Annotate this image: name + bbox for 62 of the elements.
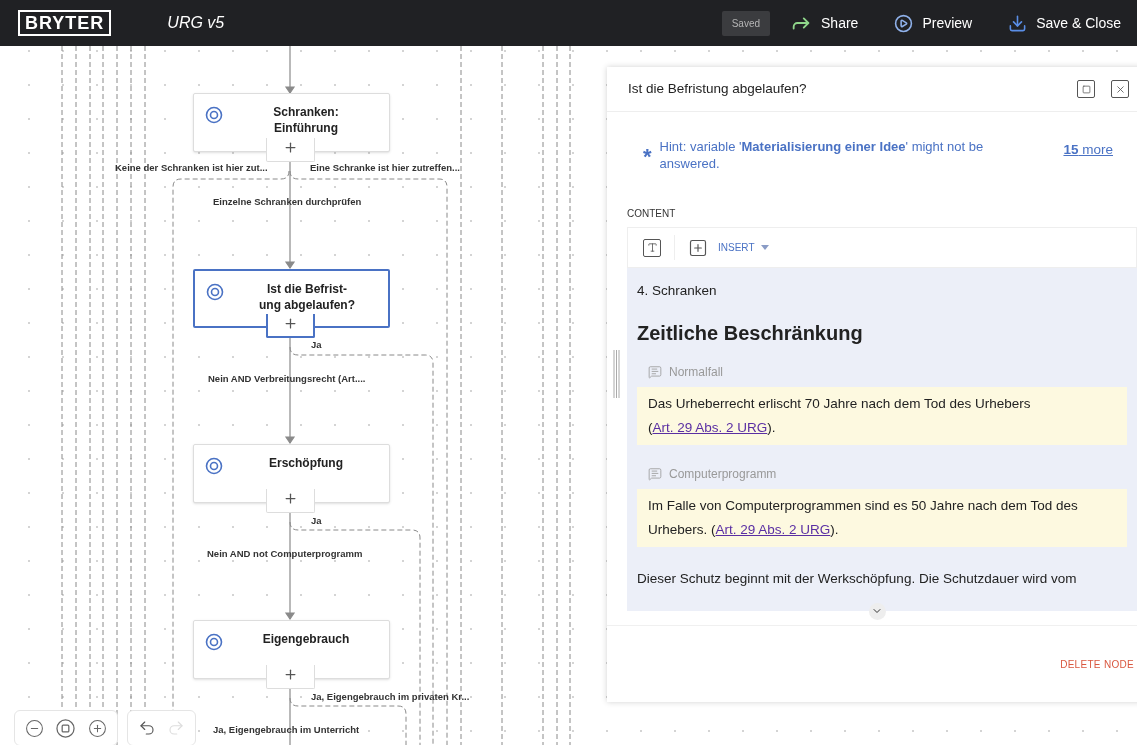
close-icon xyxy=(1114,83,1126,95)
edge-label: Ja xyxy=(311,339,322,351)
condition-label: Computerprogramm xyxy=(669,466,777,483)
edge-label: Einzelne Schranken durchprüfen xyxy=(213,196,362,208)
download-icon xyxy=(1008,13,1028,33)
share-button[interactable]: Share xyxy=(790,12,859,34)
edge-label: Ja, Eigengebrauch im privaten Kr... xyxy=(311,691,470,703)
maximize-button[interactable] xyxy=(1077,80,1095,98)
saved-status: Saved xyxy=(721,10,770,36)
plus-icon xyxy=(283,491,298,506)
edge-label: Nein AND Verbreitungsrecht (Art.... xyxy=(208,373,366,385)
node-title: Eigengebrauch xyxy=(261,631,351,647)
logo[interactable]: BRYTER xyxy=(18,10,112,36)
note-icon xyxy=(648,365,662,379)
condition-label: Normalfall xyxy=(669,364,723,381)
project-title: URG v5 xyxy=(167,13,225,33)
conditional-text: Das Urheberrecht erlischt 70 Jahre nach dem Tod des Urhebers (Art. 29 Abs. 2 URG). xyxy=(637,387,1127,445)
node-title: Ist die Befrist- ung abgelaufen? xyxy=(258,281,356,313)
play-circle-icon xyxy=(894,13,914,33)
edge-label: Ja xyxy=(311,515,322,527)
plus-icon xyxy=(283,667,298,682)
caret-icon xyxy=(760,245,769,250)
flow-node[interactable]: Schranken: Einführung xyxy=(193,93,390,152)
note-icon xyxy=(648,467,662,481)
flow-node[interactable]: Erschöpfung xyxy=(193,444,390,503)
add-node-button[interactable] xyxy=(266,314,315,338)
target-icon xyxy=(205,457,223,475)
zoom-out-icon[interactable] xyxy=(25,718,45,738)
node-title: Schranken: Einführung xyxy=(272,104,340,136)
hint-mark: * xyxy=(643,147,652,167)
target-icon xyxy=(206,283,224,301)
zoom-in-icon[interactable] xyxy=(87,718,107,738)
content-heading: Zeitliche Beschränkung xyxy=(637,321,864,345)
resize-handle-icon xyxy=(613,350,620,398)
delete-node-button[interactable]: DELETE NODE xyxy=(1060,656,1134,672)
flow-node[interactable]: Eigengebrauch xyxy=(193,620,390,679)
edge-label: Keine der Schranken ist hier zut... xyxy=(115,162,268,174)
body-text: Dieser Schutz beginnt mit der Werkschöpfung. Die Schutzdauer wird vom xyxy=(637,570,1078,588)
flow-node[interactable]: Ist die Befrist- ung abgelaufen? xyxy=(193,269,390,328)
save-button[interactable]: Save & Close xyxy=(1008,12,1121,34)
panel-title: Ist die Befristung abgelaufen? xyxy=(628,79,807,98)
insert-dropdown[interactable]: INSERT xyxy=(718,240,769,255)
plus-icon xyxy=(283,140,298,155)
edge-label: Ja, Eigengebrauch im Unterricht xyxy=(213,724,360,736)
conditional-text: Im Falle von Computerprogrammen sind es 50 Jahre nach dem Tod des Urhebers. (Art. 29 Abs. 2 URG). xyxy=(637,489,1127,547)
plus-icon xyxy=(283,316,298,331)
edge-label: Nein AND not Computerprogramm xyxy=(207,548,363,560)
close-button[interactable] xyxy=(1111,80,1129,98)
fit-view-icon[interactable] xyxy=(56,718,76,738)
square-icon xyxy=(1081,84,1091,94)
preview-button[interactable]: Preview xyxy=(894,12,973,34)
target-icon xyxy=(205,633,223,651)
hint-text: Hint: variable 'Materialisierung einer Idee' might not be answered. xyxy=(659,138,985,172)
insert-block-icon[interactable] xyxy=(688,237,708,258)
node-title: Erschöpfung xyxy=(268,455,344,471)
edge-label: Eine Schranke ist hier zutreffen... xyxy=(310,162,460,174)
section-title: 4. Schranken xyxy=(637,282,718,299)
target-icon xyxy=(205,106,223,124)
content-label: CONTENT xyxy=(627,208,677,220)
text-block-icon[interactable] xyxy=(643,238,661,257)
more-hints-link[interactable]: 15 more xyxy=(1063,140,1113,161)
undo-icon[interactable] xyxy=(137,719,156,737)
